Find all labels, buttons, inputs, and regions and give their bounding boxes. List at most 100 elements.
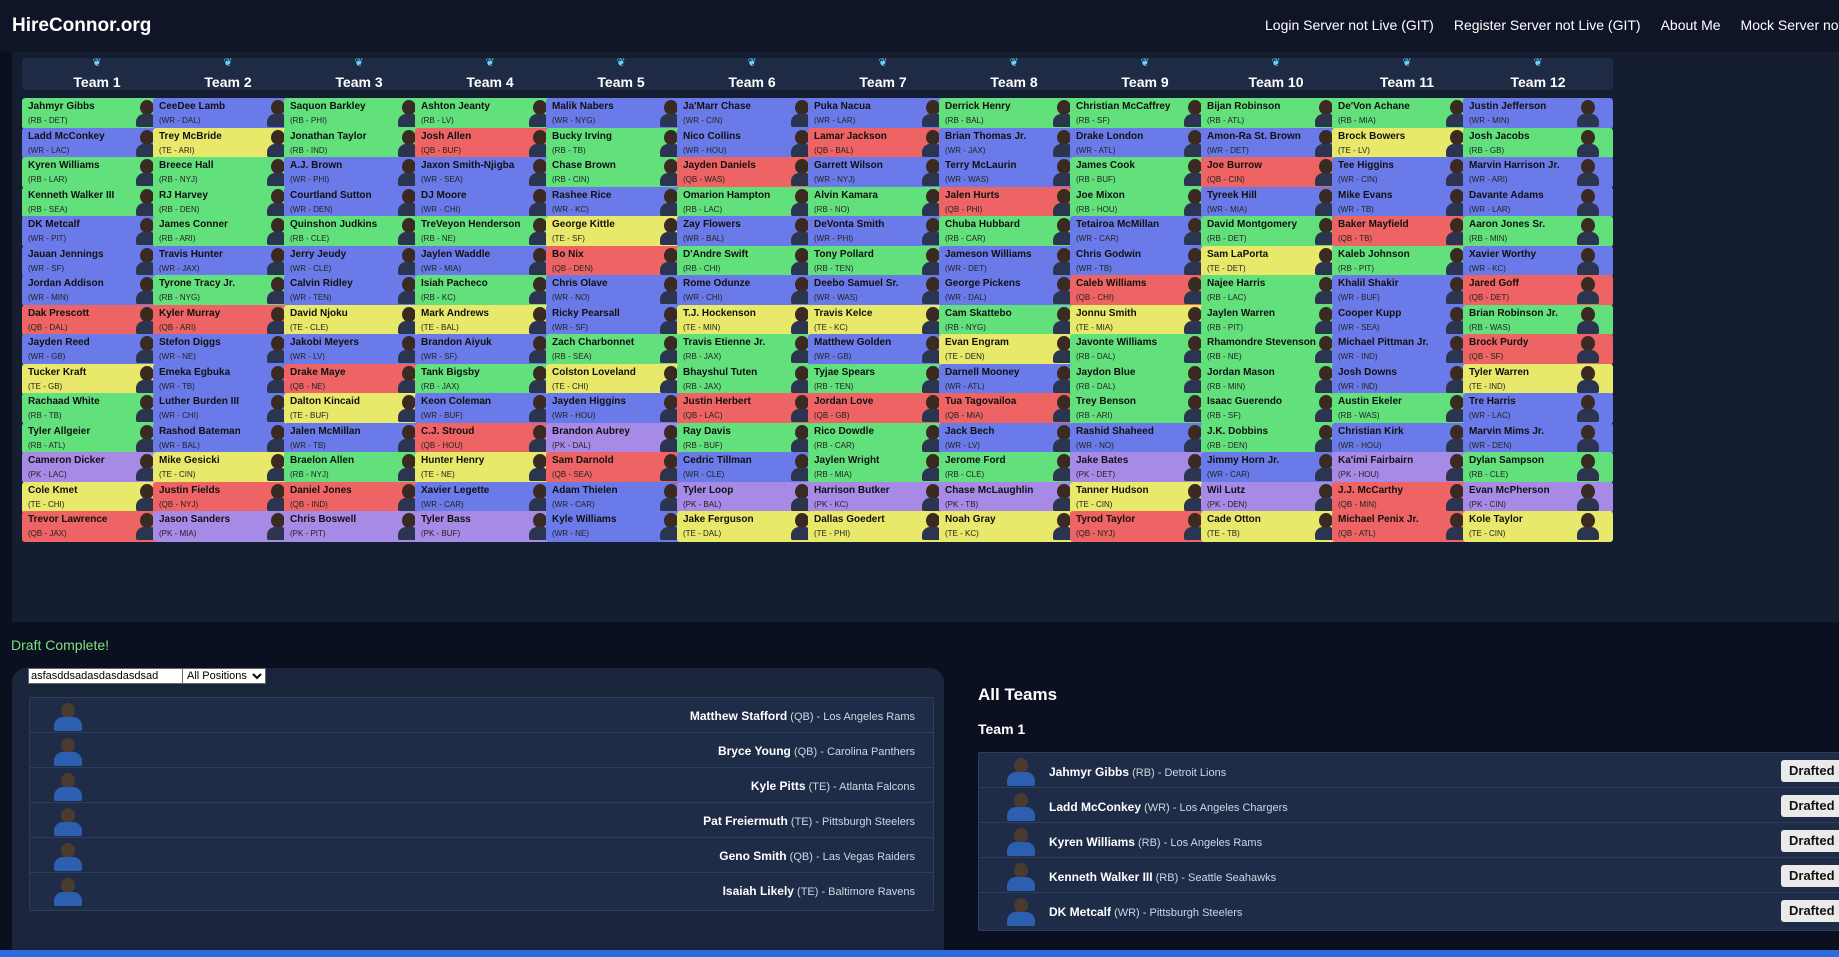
draft-pick-card[interactable]: Rome Odunze (WR - CHI) — [677, 275, 827, 306]
draft-pick-card[interactable]: Justin Herbert (QB - LAC) — [677, 393, 827, 424]
draft-pick-card[interactable]: Jaylen Warren (RB - PIT) — [1201, 304, 1351, 336]
draft-pick-card[interactable]: Travis Etienne Jr. (RB - JAX) — [677, 334, 827, 365]
draft-pick-card[interactable]: Cedric Tillman (WR - CLE) — [677, 452, 827, 483]
draft-pick-card[interactable]: Tua Tagovailoa (QB - MIA) — [939, 393, 1089, 424]
draft-pick-card[interactable]: Bhayshul Tuten (RB - JAX) — [677, 363, 827, 395]
draft-pick-card[interactable]: Jayden Daniels (QB - WAS) — [677, 157, 827, 188]
draft-pick-card[interactable]: Drake London (WR - ATL) — [1070, 127, 1220, 159]
draft-pick-card[interactable]: Jakobi Meyers (WR - LV) — [284, 334, 434, 365]
draft-pick-card[interactable]: Adam Thielen (WR - CAR) — [546, 481, 696, 513]
draft-pick-card[interactable]: Chase Brown (RB - CIN) — [546, 157, 696, 188]
draft-pick-card[interactable]: Khalil Shakir (WR - BUF) — [1332, 275, 1482, 306]
nav-link-register[interactable]: Register Server not Live (GIT) — [1454, 17, 1641, 33]
draft-pick-card[interactable]: Garrett Wilson (WR - NYJ) — [808, 157, 958, 188]
draft-pick-card[interactable]: Aaron Jones Sr. (RB - MIN) — [1463, 216, 1613, 247]
draft-pick-card[interactable]: Mark Andrews (TE - BAL) — [415, 304, 565, 336]
draft-pick-card[interactable]: Cameron Dicker (PK - LAC) — [22, 452, 172, 483]
draft-pick-card[interactable]: Puka Nacua (WR - LAR) — [808, 98, 958, 129]
draft-pick-card[interactable]: Keon Coleman (WR - BUF) — [415, 393, 565, 424]
draft-pick-card[interactable]: J.K. Dobbins (RB - DEN) — [1201, 422, 1351, 454]
draft-pick-card[interactable]: Omarion Hampton (RB - LAC) — [677, 186, 827, 218]
draft-pick-card[interactable]: George Kittle (TE - SF) — [546, 216, 696, 247]
available-player-row[interactable]: Bryce Young (QB) - Carolina Panthers — [29, 732, 934, 771]
draft-pick-card[interactable]: Matthew Golden (WR - GB) — [808, 334, 958, 365]
draft-pick-card[interactable]: Tony Pollard (RB - TEN) — [808, 245, 958, 277]
draft-pick-card[interactable]: Evan McPherson (PK - CIN) — [1463, 481, 1613, 513]
draft-pick-card[interactable]: James Conner (RB - ARI) — [153, 216, 303, 247]
bottom-scrollbar[interactable] — [0, 950, 1839, 957]
draft-pick-card[interactable]: Brian Thomas Jr. (WR - JAX) — [939, 127, 1089, 159]
draft-pick-card[interactable]: D'Andre Swift (RB - CHI) — [677, 245, 827, 277]
draft-pick-card[interactable]: Trey Benson (RB - ARI) — [1070, 393, 1220, 424]
draft-pick-card[interactable]: Tyler Warren (TE - IND) — [1463, 363, 1613, 395]
draft-pick-card[interactable]: Christian Kirk (WR - HOU) — [1332, 422, 1482, 454]
draft-pick-card[interactable]: Dylan Sampson (RB - CLE) — [1463, 452, 1613, 483]
draft-pick-card[interactable]: Brock Bowers (TE - LV) — [1332, 127, 1482, 159]
draft-pick-card[interactable]: Dallas Goedert (TE - PHI) — [808, 511, 958, 542]
drafted-button[interactable]: Drafted — [1781, 760, 1839, 782]
nav-link-mock[interactable]: Mock Server not Live (GIT) — [1741, 17, 1839, 33]
draft-pick-card[interactable]: Jaxon Smith-Njigba (WR - SEA) — [415, 157, 565, 188]
draft-pick-card[interactable]: Rico Dowdle (RB - CAR) — [808, 422, 958, 454]
draft-pick-card[interactable]: Derrick Henry (RB - BAL) — [939, 98, 1089, 129]
draft-pick-card[interactable]: J.J. McCarthy (QB - MIN) — [1332, 481, 1482, 513]
draft-pick-card[interactable]: Jahmyr Gibbs (RB - DET) — [22, 98, 172, 129]
draft-pick-card[interactable]: Emeka Egbuka (WR - TB) — [153, 363, 303, 395]
available-player-row[interactable]: Isaiah Likely (TE) - Baltimore Ravens — [29, 872, 934, 911]
draft-pick-card[interactable]: Jayden Reed (WR - GB) — [22, 334, 172, 365]
draft-pick-card[interactable]: Jonnu Smith (TE - MIA) — [1070, 304, 1220, 336]
draft-pick-card[interactable]: Tyler Loop (PK - BAL) — [677, 481, 827, 513]
draft-pick-card[interactable]: Harrison Butker (PK - KC) — [808, 481, 958, 513]
draft-pick-card[interactable]: Rachaad White (RB - TB) — [22, 393, 172, 424]
draft-pick-card[interactable]: Cade Otton (TE - TB) — [1201, 511, 1351, 542]
draft-pick-card[interactable]: Dak Prescott (QB - DAL) — [22, 304, 172, 336]
draft-pick-card[interactable]: Kyren Williams (RB - LAR) — [22, 157, 172, 188]
draft-pick-card[interactable]: Tetairoa McMillan (WR - CAR) — [1070, 216, 1220, 247]
draft-pick-card[interactable]: Cole Kmet (TE - CHI) — [22, 481, 172, 513]
draft-pick-card[interactable]: Justin Jefferson (WR - MIN) — [1463, 98, 1613, 129]
draft-pick-card[interactable]: Jonathan Taylor (RB - IND) — [284, 127, 434, 159]
draft-pick-card[interactable]: Tyrone Tracy Jr. (RB - NYG) — [153, 275, 303, 306]
drafted-button[interactable]: Drafted — [1781, 795, 1839, 817]
draft-pick-card[interactable]: Ja'Marr Chase (WR - CIN) — [677, 98, 827, 129]
draft-pick-card[interactable]: Brandon Aubrey (PK - DAL) — [546, 422, 696, 454]
draft-pick-card[interactable]: Amon-Ra St. Brown (WR - DET) — [1201, 127, 1351, 159]
draft-pick-card[interactable]: Michael Penix Jr. (QB - ATL) — [1332, 511, 1482, 542]
draft-pick-card[interactable]: CeeDee Lamb (WR - DAL) — [153, 98, 303, 129]
draft-pick-card[interactable]: Xavier Worthy (WR - KC) — [1463, 245, 1613, 277]
draft-pick-card[interactable]: Javonte Williams (RB - DAL) — [1070, 334, 1220, 365]
draft-pick-card[interactable]: Breece Hall (RB - NYJ) — [153, 157, 303, 188]
draft-pick-card[interactable]: Tee Higgins (WR - CIN) — [1332, 157, 1482, 188]
draft-pick-card[interactable]: Austin Ekeler (RB - WAS) — [1332, 393, 1482, 424]
draft-pick-card[interactable]: Jordan Addison (WR - MIN) — [22, 275, 172, 306]
draft-pick-card[interactable]: Tanner Hudson (TE - CIN) — [1070, 481, 1220, 513]
draft-pick-card[interactable]: Bo Nix (QB - DEN) — [546, 245, 696, 277]
draft-pick-card[interactable]: Jimmy Horn Jr. (WR - CAR) — [1201, 452, 1351, 483]
draft-pick-card[interactable]: Saquon Barkley (RB - PHI) — [284, 98, 434, 129]
draft-pick-card[interactable]: Tyjae Spears (RB - TEN) — [808, 363, 958, 395]
draft-pick-card[interactable]: Alvin Kamara (RB - NO) — [808, 186, 958, 218]
position-filter-select[interactable]: All Positions — [182, 668, 266, 684]
draft-pick-card[interactable]: Josh Jacobs (RB - GB) — [1463, 127, 1613, 159]
draft-pick-card[interactable]: Tyler Allgeier (RB - ATL) — [22, 422, 172, 454]
available-player-row[interactable]: Matthew Stafford (QB) - Los Angeles Rams — [29, 697, 934, 736]
draft-pick-card[interactable]: Cam Skattebo (RB - NYG) — [939, 304, 1089, 336]
draft-pick-card[interactable]: Marvin Mims Jr. (WR - DEN) — [1463, 422, 1613, 454]
draft-pick-card[interactable]: Tank Bigsby (RB - JAX) — [415, 363, 565, 395]
draft-pick-card[interactable]: DJ Moore (WR - CHI) — [415, 186, 565, 218]
draft-pick-card[interactable]: Chase McLaughlin (PK - TB) — [939, 481, 1089, 513]
available-player-row[interactable]: Geno Smith (QB) - Las Vegas Raiders — [29, 837, 934, 876]
drafted-button[interactable]: Drafted — [1781, 900, 1839, 922]
draft-pick-card[interactable]: Jauan Jennings (WR - SF) — [22, 245, 172, 277]
draft-pick-card[interactable]: Joe Burrow (QB - CIN) — [1201, 157, 1351, 188]
draft-pick-card[interactable]: Najee Harris (RB - LAC) — [1201, 275, 1351, 306]
draft-pick-card[interactable]: Jameson Williams (WR - DET) — [939, 245, 1089, 277]
draft-pick-card[interactable]: Jerome Ford (RB - CLE) — [939, 452, 1089, 483]
draft-pick-card[interactable]: Sam LaPorta (TE - DET) — [1201, 245, 1351, 277]
draft-pick-card[interactable]: Travis Hunter (WR - JAX) — [153, 245, 303, 277]
draft-pick-card[interactable]: Joe Mixon (RB - HOU) — [1070, 186, 1220, 218]
draft-pick-card[interactable]: Tyrod Taylor (QB - NYJ) — [1070, 511, 1220, 542]
draft-pick-card[interactable]: Kyler Murray (QB - ARI) — [153, 304, 303, 336]
draft-pick-card[interactable]: Lamar Jackson (QB - BAL) — [808, 127, 958, 159]
draft-pick-card[interactable]: Dalton Kincaid (TE - BUF) — [284, 393, 434, 424]
